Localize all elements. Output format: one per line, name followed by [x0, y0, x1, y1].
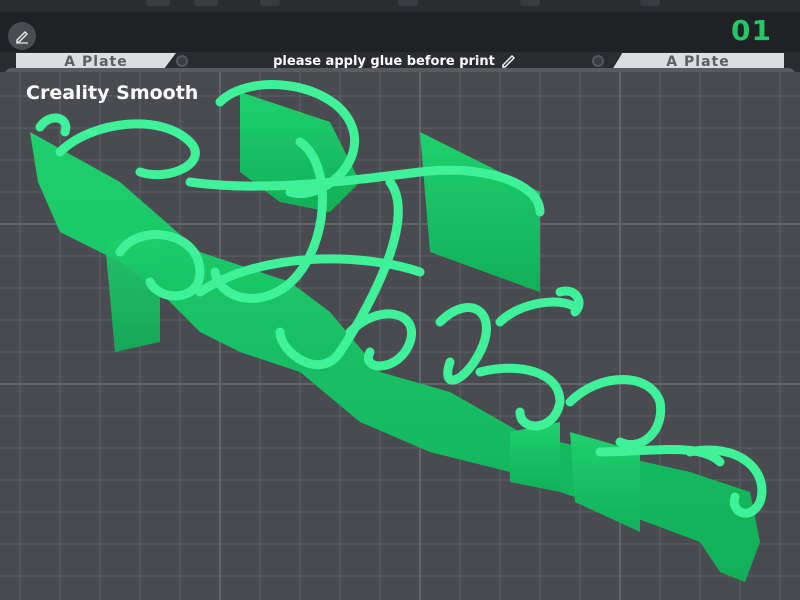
edit-plate-button[interactable]	[8, 22, 36, 50]
toolbar-tab-3[interactable]	[260, 0, 280, 6]
pencil-icon	[14, 28, 30, 44]
model-haja[interactable]	[0, 72, 800, 600]
toolbar-tab-4[interactable]	[398, 0, 418, 6]
toolbar-tab-5[interactable]	[520, 0, 540, 6]
model-walls	[30, 92, 760, 582]
toolbar-tab-1[interactable]	[146, 0, 170, 6]
plate-knob-right	[592, 55, 604, 67]
filament-label: Creality Smooth	[26, 82, 198, 104]
top-toolbar: 01	[0, 0, 800, 52]
plate-counter: 01	[731, 14, 772, 47]
toolbar-tab-6[interactable]	[640, 0, 660, 6]
plate-knob-left	[176, 55, 188, 67]
build-plate[interactable]	[0, 72, 800, 600]
plate-note-text: please apply glue before print	[273, 54, 495, 69]
toolbar-tab-2[interactable]	[194, 0, 218, 6]
pencil-icon[interactable]	[501, 54, 517, 68]
